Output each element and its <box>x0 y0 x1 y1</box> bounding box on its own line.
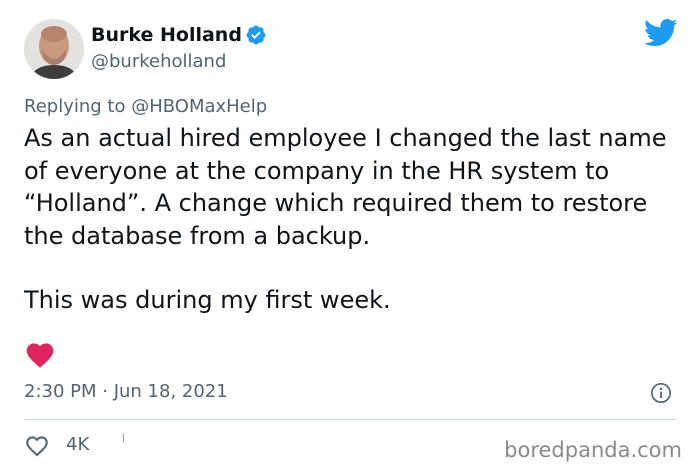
tweet-timestamp[interactable]: 2:30 PM · Jun 18, 2021 <box>24 380 228 404</box>
divider-tick <box>123 434 124 442</box>
heart-outline-icon <box>26 436 48 457</box>
verified-badge-icon <box>246 25 266 45</box>
divider <box>24 419 677 420</box>
like-button[interactable]: 4K <box>24 432 89 458</box>
like-count: 4K <box>66 434 90 455</box>
avatar[interactable] <box>24 19 84 79</box>
tweet-text: As an actual hired employee I changed th… <box>24 122 684 317</box>
author-handle[interactable]: @burkeholland <box>91 50 226 74</box>
twitter-bird-icon[interactable] <box>644 18 678 48</box>
avatar-image <box>24 19 84 79</box>
replying-to-label: Replying to <box>24 96 132 117</box>
author-display-name[interactable]: Burke Holland <box>91 22 242 48</box>
tweet-paragraph: As an actual hired employee I changed th… <box>24 124 667 250</box>
tweet-paragraph: This was during my first week. <box>24 286 391 314</box>
heart-filled-icon <box>26 343 54 368</box>
reply-mention-link[interactable]: @HBOMaxHelp <box>131 96 267 117</box>
watermark: boredpanda.com <box>504 438 682 462</box>
replying-to-line: Replying to @HBOMaxHelp <box>24 95 267 119</box>
info-icon[interactable] <box>650 382 672 404</box>
